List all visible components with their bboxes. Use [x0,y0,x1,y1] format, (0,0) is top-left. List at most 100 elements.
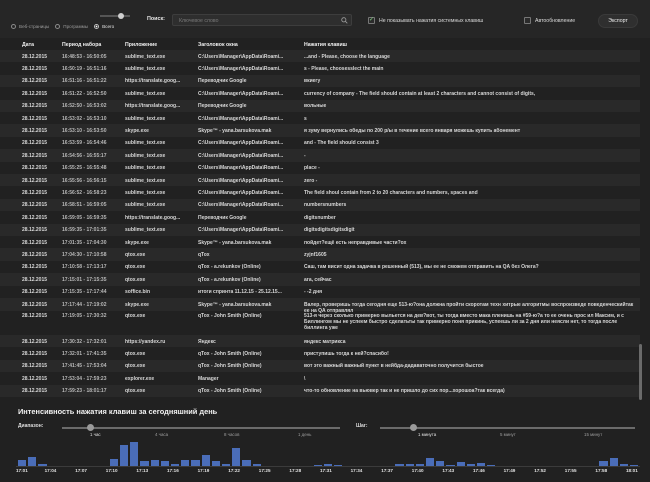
table-row[interactable]: 28.12.2015 17:15:35 - 17:17:44 soffice.bin… [0,286,640,298]
chart-x-label: 17:49 [503,468,516,473]
radio-icon[interactable] [55,24,61,29]
cell-date: 28.12.2015 [22,312,48,319]
table-row[interactable]: 28.12.2015 16:52:50 - 16:53:02 https://tra… [0,99,640,112]
search-box[interactable] [172,14,352,26]
cell-date: 28.12.2015 [22,90,48,97]
cell-window-title: C:\Users\Manager\AppData\Roami... [198,165,284,172]
table-row[interactable]: 28.12.2015 17:19:05 - 17:30:32 qtox.exe qTo… [0,311,640,335]
cell-keystrokes: вкиегу [304,78,321,85]
cell-window-title: C:\Users\Manager\AppData\Roami... [198,202,284,209]
cell-window-title: C:\Users\Manager\AppData\Roami... [198,177,284,184]
radio-icon[interactable] [11,24,16,29]
cell-date: 28.12.2015 [22,388,48,395]
cell-window-title: C:\Users\Manager\AppData\Roami... [198,189,284,196]
range-tick[interactable]: 1 час [90,432,101,437]
checkmark-icon[interactable]: ✓ [368,17,375,24]
column-header-keystrokes[interactable]: Нажатия клавиш [304,42,634,48]
cell-date: 28.12.2015 [22,152,48,159]
chart-bar [130,442,139,466]
chart-bar [140,461,149,466]
cell-keystrokes: zyjnf1605 [304,251,327,258]
cell-window-title: C:\Users\Manager\AppData\Roami... [198,140,284,147]
chart-x-label: 17:34 [350,468,363,473]
filter-all[interactable]: Всего [94,24,114,29]
table-row[interactable]: 28.12.2015 16:54:56 - 16:55:17 sublime_tex… [0,149,640,162]
checkbox-icon[interactable] [524,17,531,24]
table-row[interactable]: 28.12.2015 16:53:02 - 16:53:10 sublime_tex… [0,112,640,124]
cell-keystrokes: digitsnumber [304,214,336,221]
cell-period: 17:15:35 - 17:17:44 [62,289,107,296]
range-tick[interactable]: 4 часа [155,432,168,437]
chart-bar [630,465,639,466]
table-row[interactable]: 28.12.2015 17:41:45 - 17:53:04 qtox.exe qTo… [0,359,640,373]
cell-application: sublime_text.exe [125,53,166,60]
chart-x-label: 17:10 [105,468,118,473]
table-row[interactable]: 28.12.2015 16:58:51 - 16:59:05 sublime_tex… [0,198,640,212]
column-header-application[interactable]: Приложение [125,42,195,48]
cell-window-title: C:\Users\Manager\AppData\Roami... [198,65,284,72]
cell-keystrokes: вольные [304,103,327,110]
step-tick[interactable]: 15 минут [584,432,602,437]
filter-label: Всего [102,24,115,29]
table-row[interactable]: 28.12.2015 16:59:35 - 17:01:35 sublime_tex… [0,223,640,236]
table-row[interactable]: 28.12.2015 16:53:10 - 16:53:50 skype.exe Sk… [0,124,640,137]
cell-period: 16:59:35 - 17:01:35 [62,227,107,234]
table-row[interactable]: 28.12.2015 16:50:19 - 16:51:16 sublime_tex… [0,62,640,74]
column-header-period[interactable]: Период набора [62,42,124,48]
step-tick[interactable]: 5 минут [500,432,516,437]
cell-window-title: Переводчик Google [198,103,247,110]
column-header-date[interactable]: Дата [22,42,60,48]
filter-slider[interactable] [100,13,130,19]
chart-x-label: 17:40 [411,468,424,473]
cell-application: sublime_text.exe [125,189,166,196]
step-slider[interactable] [380,424,635,431]
column-header-window-title[interactable]: Заголовок окна [198,42,300,48]
table-row[interactable]: 28.12.2015 17:04:30 - 17:10:58 qtox.exe qTo… [0,248,640,261]
chart-bar [150,459,159,466]
filter-web-pages[interactable]: Веб-страницы [11,24,49,29]
table-row[interactable]: 28.12.2015 16:51:16 - 16:51:22 https://tra… [0,74,640,88]
step-slider-knob[interactable] [410,424,417,431]
filter-slider-knob[interactable] [118,13,124,19]
table-scrollbar[interactable] [639,344,642,400]
chart-x-label: 17:37 [381,468,393,473]
table-row[interactable]: 28.12.2015 16:48:53 - 16:50:05 sublime_tex… [0,50,640,63]
cell-window-title: qTox - John Smith (Online) [198,312,262,319]
table-row[interactable]: 28.12.2015 16:51:22 - 16:52:50 sublime_tex… [0,87,640,99]
table-row[interactable]: 28.12.2015 17:32:01 - 17:41:35 qtox.exe qTo… [0,347,640,359]
table-row[interactable]: 28.12.2015 17:30:32 - 17:32:01 https://yan… [0,335,640,348]
filter-programs[interactable]: Программы [55,24,88,29]
cell-date: 28.12.2015 [22,202,48,209]
range-tick[interactable]: 8 часов [224,432,239,437]
chart-bar [324,464,333,466]
search-icon[interactable] [341,17,348,24]
cell-keystrokes: and - The field should consist 3 [304,140,379,147]
table-row[interactable]: 28.12.2015 17:01:35 - 17:04:30 skype.exe Sk… [0,236,640,248]
table-row[interactable]: 28.12.2015 17:53:04 - 17:59:23 explorer.ex… [0,372,640,384]
table-row[interactable]: 28.12.2015 16:55:25 - 16:55:48 sublime_tex… [0,162,640,174]
chart-x-label: 17:13 [136,468,149,473]
table-row[interactable]: 28.12.2015 17:59:23 - 18:01:17 qtox.exe qTo… [0,384,640,397]
table-row[interactable]: 28.12.2015 16:55:56 - 16:56:15 sublime_tex… [0,174,640,187]
export-button[interactable]: Экспорт [598,14,638,28]
cell-application: https://yandex.ru [125,338,166,345]
search-input[interactable] [179,16,339,25]
radio-selected-icon[interactable] [94,24,100,29]
table-row[interactable]: 28.12.2015 17:15:01 - 17:15:35 qtox.exe qTo… [0,273,640,286]
auto-update-checkbox[interactable]: Автообновление [524,17,575,24]
cell-application: soffice.bin [125,289,151,296]
chart-bar [18,459,27,466]
range-slider[interactable] [62,424,340,431]
cell-window-title: Skype™ - yana.barsukova.mak [198,301,272,308]
step-tick[interactable]: 1 минута [418,432,436,437]
table-row[interactable]: 28.12.2015 17:17:44 - 17:19:02 skype.exe Sk… [0,298,640,314]
range-tick[interactable]: 1 день [298,432,311,437]
table-row[interactable]: 28.12.2015 16:59:05 - 16:59:35 https://tra… [0,211,640,223]
table-row[interactable]: 28.12.2015 17:10:58 - 17:13:17 qtox.exe qTo… [0,261,640,273]
cell-application: sublime_text.exe [125,140,166,147]
hide-system-keys-checkbox[interactable]: ✓ Не показывать нажатия системных клавиш [368,17,483,24]
table-row[interactable]: 28.12.2015 16:53:59 - 16:54:46 sublime_tex… [0,137,640,149]
range-slider-knob[interactable] [87,424,94,431]
table-row[interactable]: 28.12.2015 16:56:52 - 16:58:23 sublime_tex… [0,186,640,198]
cell-keystrokes: Саш, там висит одна задачка в решенный (… [304,264,539,271]
